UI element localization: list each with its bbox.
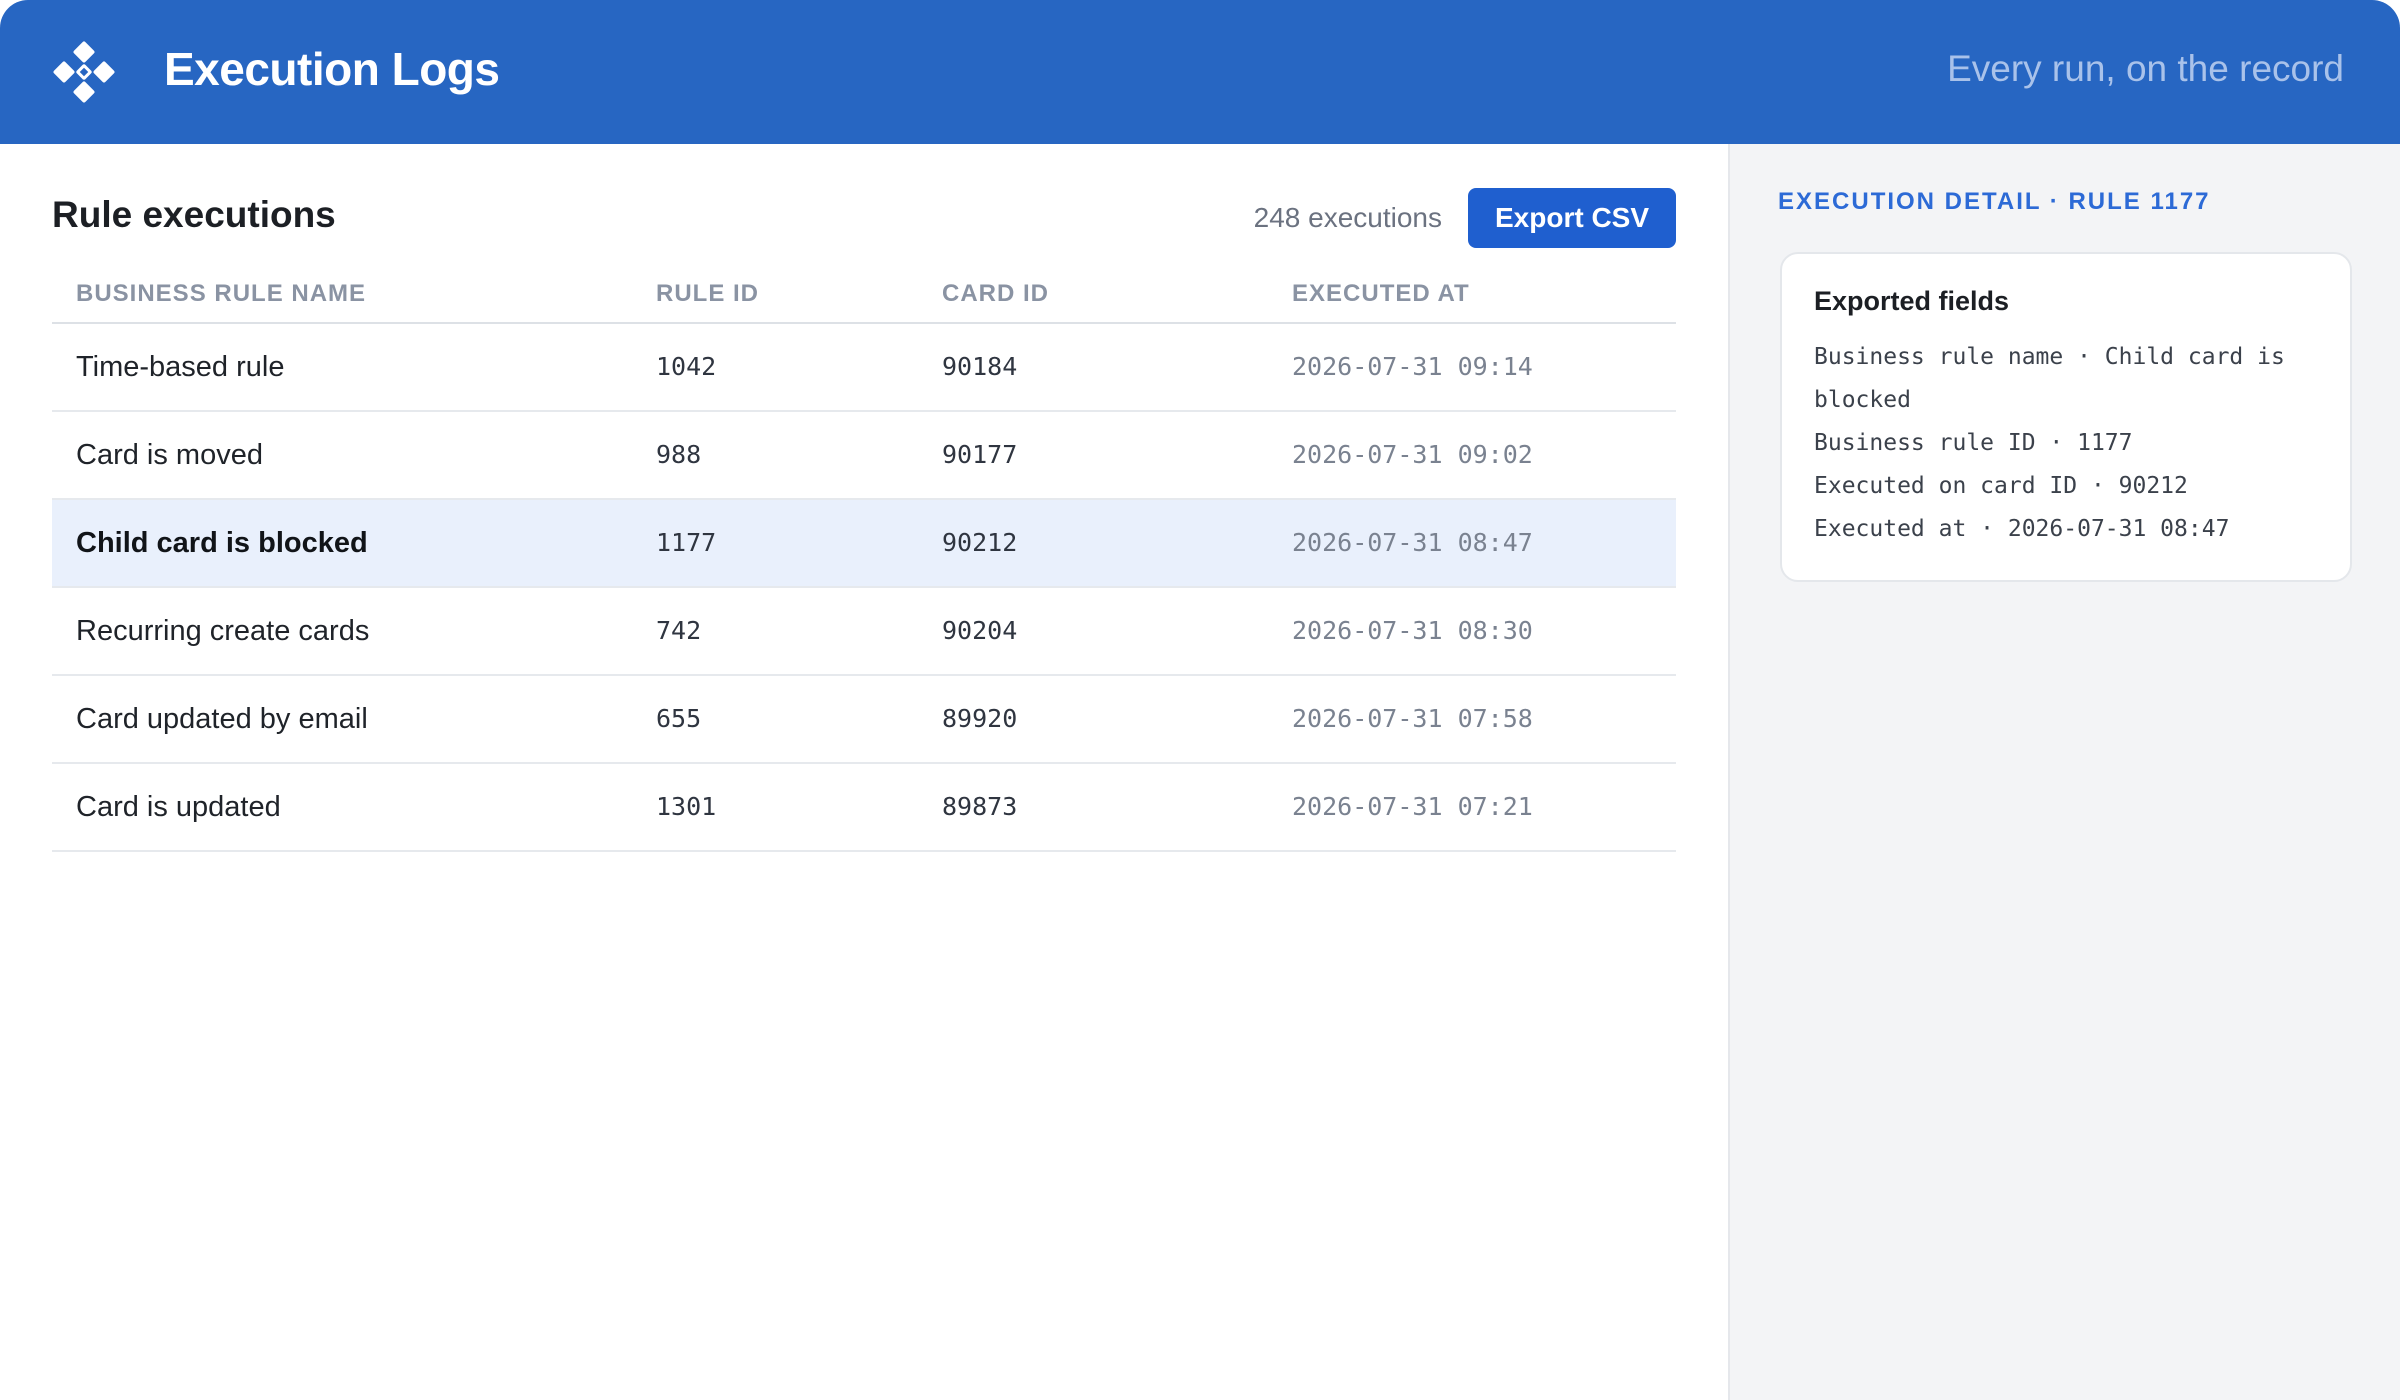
card-id-cell: 90212 [942,528,1018,557]
executions-table: BUSINESS RULE NAME RULE ID CARD ID EXECU… [52,270,1676,852]
rule-name-cell: Time-based rule [76,351,285,383]
column-header-rule-id[interactable]: RULE ID [656,280,759,308]
rule-name-cell: Card is updated [76,791,281,823]
exported-fields-card: Exported fields Business rule name · Chi… [1780,252,2352,582]
section-title: Rule executions [52,194,336,235]
card-id-cell: 90204 [942,616,1018,645]
main-panel: Rule executions 248 executions Export CS… [0,144,1728,1400]
executed-at-cell: 2026-07-31 08:30 [1292,616,1533,645]
rule-name-cell: Child card is blocked [76,527,368,559]
rule-name-cell: Card is moved [76,439,263,471]
rule-id-cell: 655 [656,704,702,733]
executed-at-cell: 2026-07-31 08:47 [1292,528,1533,557]
table-row-selected[interactable]: Child card is blocked 1177 90212 2026-07… [52,500,1676,588]
export-csv-button[interactable]: Export CSV [1468,188,1676,248]
table-row[interactable]: Card is updated 1301 89873 2026-07-31 07… [52,764,1676,852]
app-title: Execution Logs [164,43,500,95]
card-title: Exported fields [1814,286,2010,316]
table-row[interactable]: Card is moved 988 90177 2026-07-31 09:02 [52,412,1676,500]
app-window: Execution Logs Every run, on the record … [0,0,2400,1400]
rule-id-cell: 1042 [656,352,717,381]
executed-at-cell: 2026-07-31 07:21 [1292,792,1533,821]
rule-name-cell: Card updated by email [76,703,368,735]
card-id-cell: 89873 [942,792,1018,821]
column-header-rule-name[interactable]: BUSINESS RULE NAME [76,280,366,308]
card-id-cell: 89920 [942,704,1018,733]
column-header-executed-at[interactable]: EXECUTED AT [1292,280,1470,308]
execution-count: 248 executions [1253,202,1442,233]
rule-id-cell: 742 [656,616,702,645]
execution-detail-panel: EXECUTION DETAIL · RULE 1177 Exported fi… [1728,144,2400,1400]
exported-fields-list: Business rule name · Child card is block… [1814,336,2324,551]
card-id-cell: 90184 [942,352,1018,381]
header-bar: Execution Logs Every run, on the record [0,0,2400,144]
rule-id-cell: 988 [656,440,702,469]
field-card-id: Executed on card ID · 90212 [1814,473,2188,499]
rule-id-cell: 1301 [656,792,717,821]
table-row[interactable]: Recurring create cards 742 90204 2026-07… [52,588,1676,676]
executed-at-cell: 2026-07-31 07:58 [1292,704,1533,733]
card-id-cell: 90177 [942,440,1018,469]
field-rule-id: Business rule ID · 1177 [1814,430,2133,456]
column-header-card-id[interactable]: CARD ID [942,280,1049,308]
executed-at-cell: 2026-07-31 09:14 [1292,352,1533,381]
field-executed-at: Executed at · 2026-07-31 08:47 [1814,516,2230,542]
executed-at-cell: 2026-07-31 09:02 [1292,440,1533,469]
rule-id-cell: 1177 [656,528,717,557]
table-row[interactable]: Card updated by email 655 89920 2026-07-… [52,676,1676,764]
rule-name-cell: Recurring create cards [76,615,370,647]
header-tagline: Every run, on the record [1947,48,2344,89]
table-row[interactable]: Time-based rule 1042 90184 2026-07-31 09… [52,324,1676,412]
diamond-grid-icon [53,41,115,103]
field-rule-name: Business rule name · Child card is block… [1814,344,2285,413]
detail-heading: EXECUTION DETAIL · RULE 1177 [1778,188,2211,215]
table-header: BUSINESS RULE NAME RULE ID CARD ID EXECU… [52,270,1676,324]
